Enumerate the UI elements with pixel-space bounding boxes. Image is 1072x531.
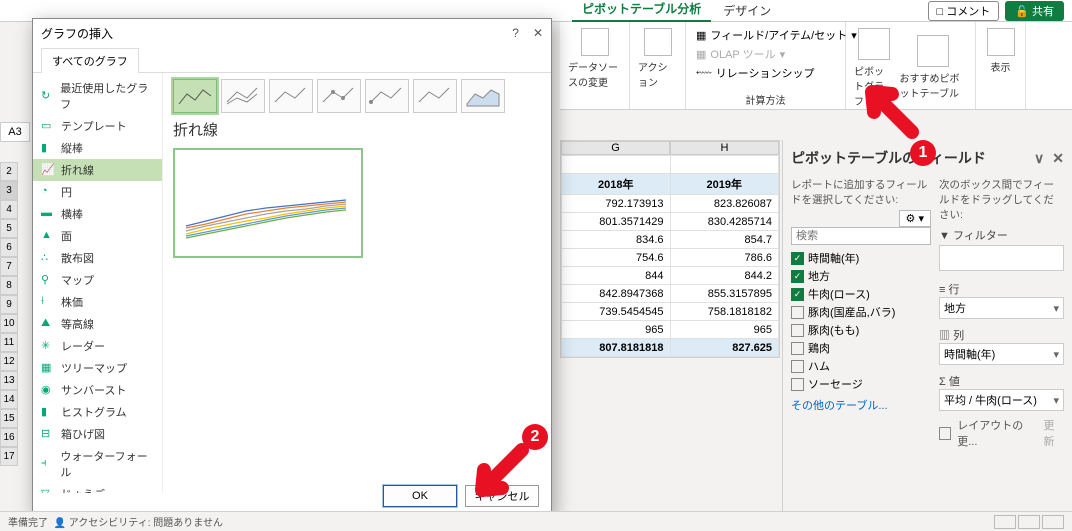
field-settings-button[interactable]: ⚙ ▾	[899, 210, 931, 227]
chart-cat-area[interactable]: ▲面	[33, 225, 162, 247]
line-subtype-2[interactable]	[221, 79, 265, 113]
ok-button[interactable]: OK	[383, 485, 457, 507]
tab-pivot-analyze[interactable]: ピボットテーブル分析	[572, 0, 711, 22]
chart-category-list: ↻最近使用したグラフ ▭テンプレート ▮縦棒 📈折れ線 ◔円 ▬横棒 ▲面 ∴散…	[33, 73, 163, 493]
line-subtype-5[interactable]	[365, 79, 409, 113]
ribbon: データソースの変更 アクション ▦ フィールド/アイテム/セット ▾ ▦ OLA…	[560, 22, 1072, 110]
field-search-input[interactable]	[791, 227, 931, 245]
drag-instruction: 次のボックス間でフィールドをドラッグしてください:	[939, 177, 1064, 222]
chart-cat-bar[interactable]: ▬横棒	[33, 203, 162, 225]
chart-cat-recent[interactable]: ↻最近使用したグラフ	[33, 77, 162, 115]
show-button[interactable]: 表示	[987, 26, 1015, 74]
pane-title: ピボットテーブルのフィールド	[791, 148, 986, 168]
view-normal-icon[interactable]	[994, 515, 1016, 529]
olap-tools-button[interactable]: ▦ OLAP ツール ▾	[694, 45, 859, 63]
name-box[interactable]: A3	[0, 122, 30, 142]
view-pagebreak-icon[interactable]	[1042, 515, 1064, 529]
comment-button[interactable]: □ コメント	[928, 1, 1000, 21]
row-headers: 234567891011121314151617	[0, 162, 18, 466]
chart-cat-stock[interactable]: ⟊株価	[33, 291, 162, 313]
fields-items-sets-button[interactable]: ▦ フィールド/アイテム/セット ▾	[694, 26, 859, 44]
change-data-source-button[interactable]: データソースの変更	[568, 26, 621, 89]
defer-layout-checkbox[interactable]	[939, 427, 951, 440]
chart-cat-pie[interactable]: ◔円	[33, 181, 162, 203]
field-checkbox[interactable]: ✓	[791, 252, 804, 265]
line-subtype-6[interactable]	[413, 79, 457, 113]
dialog-title: グラフの挿入	[41, 25, 113, 42]
chart-cat-line[interactable]: 📈折れ線	[33, 159, 162, 181]
line-subtype-3[interactable]	[269, 79, 313, 113]
relationships-button[interactable]: ⬳ リレーションシップ	[694, 64, 859, 82]
field-checkbox[interactable]	[791, 306, 804, 319]
field-checkbox[interactable]	[791, 342, 804, 355]
calc-group-label: 計算方法	[746, 92, 786, 107]
actions-button[interactable]: アクション	[638, 26, 677, 89]
field-instruction: レポートに追加するフィールドを選択してください:	[791, 177, 931, 207]
pane-chevron-icon[interactable]: ∨	[1034, 150, 1044, 167]
column-drop-area[interactable]: 時間軸(年)▾	[939, 343, 1064, 365]
row-drop-area[interactable]: 地方▾	[939, 297, 1064, 319]
annotation-badge-2: 2	[522, 424, 548, 450]
field-checkbox[interactable]	[791, 360, 804, 373]
worksheet-grid[interactable]: GH 2018年2019年 792.173913823.826087 801.3…	[560, 140, 780, 358]
line-subtype-7[interactable]	[461, 79, 505, 113]
chart-cat-waterfall[interactable]: ⫞ウォーターフォール	[33, 445, 162, 483]
all-charts-tab[interactable]: すべてのグラフ	[41, 48, 139, 73]
accessibility-status[interactable]: 👤 アクセシビリティ: 問題ありません	[54, 514, 223, 529]
field-checkbox[interactable]	[791, 324, 804, 337]
status-bar: 準備完了 👤 アクセシビリティ: 問題ありません	[0, 511, 1072, 531]
chart-subtype-row	[173, 79, 541, 113]
pane-close-icon[interactable]: ✕	[1052, 150, 1064, 167]
field-list: ✓時間軸(年) ✓地方 ✓牛肉(ロース) 豚肉(国産品,バラ) 豚肉(もも) 鶏…	[791, 249, 931, 393]
share-button[interactable]: 🔓 共有	[1005, 1, 1064, 21]
subtype-title: 折れ線	[173, 119, 541, 140]
values-drop-area[interactable]: 平均 / 牛肉(ロース)▾	[939, 389, 1064, 411]
line-subtype-4[interactable]	[317, 79, 361, 113]
chart-cat-map[interactable]: ⚲マップ	[33, 269, 162, 291]
chart-cat-scatter[interactable]: ∴散布図	[33, 247, 162, 269]
chart-cat-treemap[interactable]: ▦ツリーマップ	[33, 357, 162, 379]
insert-chart-dialog: グラフの挿入 ? ✕ すべてのグラフ ↻最近使用したグラフ ▭テンプレート ▮縦…	[32, 18, 552, 516]
cancel-button[interactable]: キャンセル	[465, 485, 539, 507]
dialog-close-icon[interactable]: ✕	[533, 26, 543, 40]
dialog-help-icon[interactable]: ?	[512, 26, 519, 40]
chart-cat-histogram[interactable]: ▮ヒストグラム	[33, 401, 162, 423]
chart-cat-radar[interactable]: ✳レーダー	[33, 335, 162, 357]
line-subtype-1[interactable]	[173, 79, 217, 113]
field-checkbox[interactable]	[791, 378, 804, 391]
pivot-chart-button[interactable]: ピボットグラフ	[854, 26, 894, 108]
chart-cat-template[interactable]: ▭テンプレート	[33, 115, 162, 137]
field-checkbox[interactable]: ✓	[791, 288, 804, 301]
filter-drop-area[interactable]	[939, 245, 1064, 271]
chart-preview	[173, 148, 363, 258]
field-checkbox[interactable]: ✓	[791, 270, 804, 283]
chart-cat-column[interactable]: ▮縦棒	[33, 137, 162, 159]
annotation-badge-1: 1	[910, 140, 936, 166]
chart-cat-sunburst[interactable]: ◉サンバースト	[33, 379, 162, 401]
view-pagelayout-icon[interactable]	[1018, 515, 1040, 529]
more-tables-link[interactable]: その他のテーブル...	[791, 397, 931, 413]
update-button[interactable]: 更新	[1044, 417, 1064, 449]
pivot-field-pane: ピボットテーブルのフィールド ∨ ✕ レポートに追加するフィールドを選択してくださ…	[782, 140, 1072, 511]
chart-cat-funnel[interactable]: ▽じょうご	[33, 483, 162, 493]
chart-cat-boxwhisker[interactable]: ⊟箱ひげ図	[33, 423, 162, 445]
chart-cat-surface[interactable]: ⛰等高線	[33, 313, 162, 335]
recommended-pivot-button[interactable]: おすすめピボットテーブル	[900, 33, 967, 100]
tab-design[interactable]: デザイン	[713, 0, 781, 22]
